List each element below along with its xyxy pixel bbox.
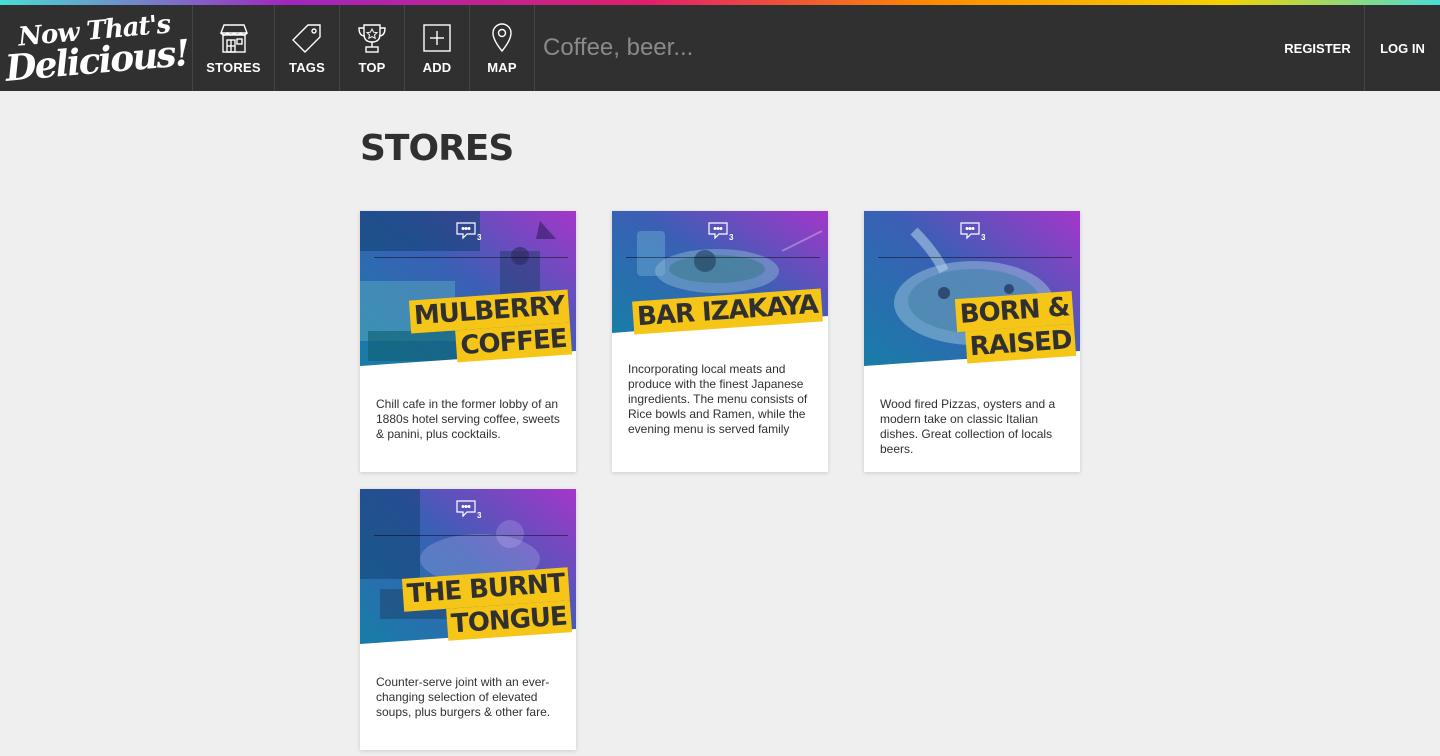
store-description: Counter-serve joint with an ever-changin… xyxy=(376,675,551,719)
nav-stores-label: STORES xyxy=(206,59,261,75)
add-icon xyxy=(423,23,451,52)
search-input[interactable] xyxy=(543,34,1143,62)
comment-count: 3 xyxy=(729,233,734,242)
divider-line xyxy=(374,535,568,536)
top-navbar: Now That's Delicious! STORES TAGS TOP AD… xyxy=(0,5,1440,91)
nav-add-label: ADD xyxy=(422,59,452,75)
tag-icon xyxy=(292,23,321,53)
store-card-hero[interactable]: 3 MULBERRY COFFEE xyxy=(360,211,576,381)
login-link[interactable]: LOG IN xyxy=(1365,5,1440,91)
nav-map[interactable]: MAP xyxy=(470,5,535,91)
nav-tags[interactable]: TAGS xyxy=(275,5,340,91)
store-card-hero[interactable]: 3 BORN & RAISED xyxy=(864,211,1080,381)
comment-count: 3 xyxy=(477,511,482,520)
store-title[interactable]: BORN & RAISED xyxy=(954,290,1077,364)
nav-stores[interactable]: STORES xyxy=(193,5,275,91)
store-card[interactable]: 3 THE BURNT TONGUE Counter-serve joint w… xyxy=(360,489,576,750)
store-card[interactable]: 3 BAR IZAKAYA Incorporating local meats … xyxy=(612,211,828,472)
map-pin-icon xyxy=(492,22,512,52)
search-box xyxy=(535,5,1271,91)
store-icon xyxy=(219,23,248,53)
register-link[interactable]: REGISTER xyxy=(1271,5,1365,91)
nav-add[interactable]: ADD xyxy=(405,5,470,91)
store-description: Wood fired Pizzas, oysters and a modern … xyxy=(880,397,1056,456)
divider-line xyxy=(374,257,568,258)
trophy-icon xyxy=(358,23,386,53)
nav-map-label: MAP xyxy=(487,59,517,75)
comment-count: 3 xyxy=(981,233,986,242)
nav-tags-label: TAGS xyxy=(289,59,325,75)
nav-top-label: TOP xyxy=(358,59,386,75)
main-content: STORES xyxy=(360,91,1100,169)
divider-line xyxy=(878,257,1072,258)
store-card[interactable]: 3 BORN & RAISED Wood fired Pizzas, oyste… xyxy=(864,211,1080,472)
page-title: STORES xyxy=(360,128,514,169)
store-description: Incorporating local meats and produce wi… xyxy=(628,362,808,436)
store-card[interactable]: 3 MULBERRY COFFEE Chill cafe in the form… xyxy=(360,211,576,472)
logo-text: Now That's Delicious! xyxy=(2,9,190,89)
store-title[interactable]: MULBERRY COFFEE xyxy=(409,289,573,366)
divider-line xyxy=(626,257,820,258)
store-description: Chill cafe in the former lobby of an 188… xyxy=(376,397,560,441)
logo[interactable]: Now That's Delicious! xyxy=(0,5,193,91)
auth-links: REGISTER LOG IN xyxy=(1271,5,1440,91)
comment-count: 3 xyxy=(477,233,482,242)
store-card-hero[interactable]: 3 BAR IZAKAYA xyxy=(612,211,828,346)
store-title[interactable]: THE BURNT TONGUE xyxy=(402,567,573,644)
store-card-hero[interactable]: 3 THE BURNT TONGUE xyxy=(360,489,576,659)
nav-top[interactable]: TOP xyxy=(340,5,405,91)
